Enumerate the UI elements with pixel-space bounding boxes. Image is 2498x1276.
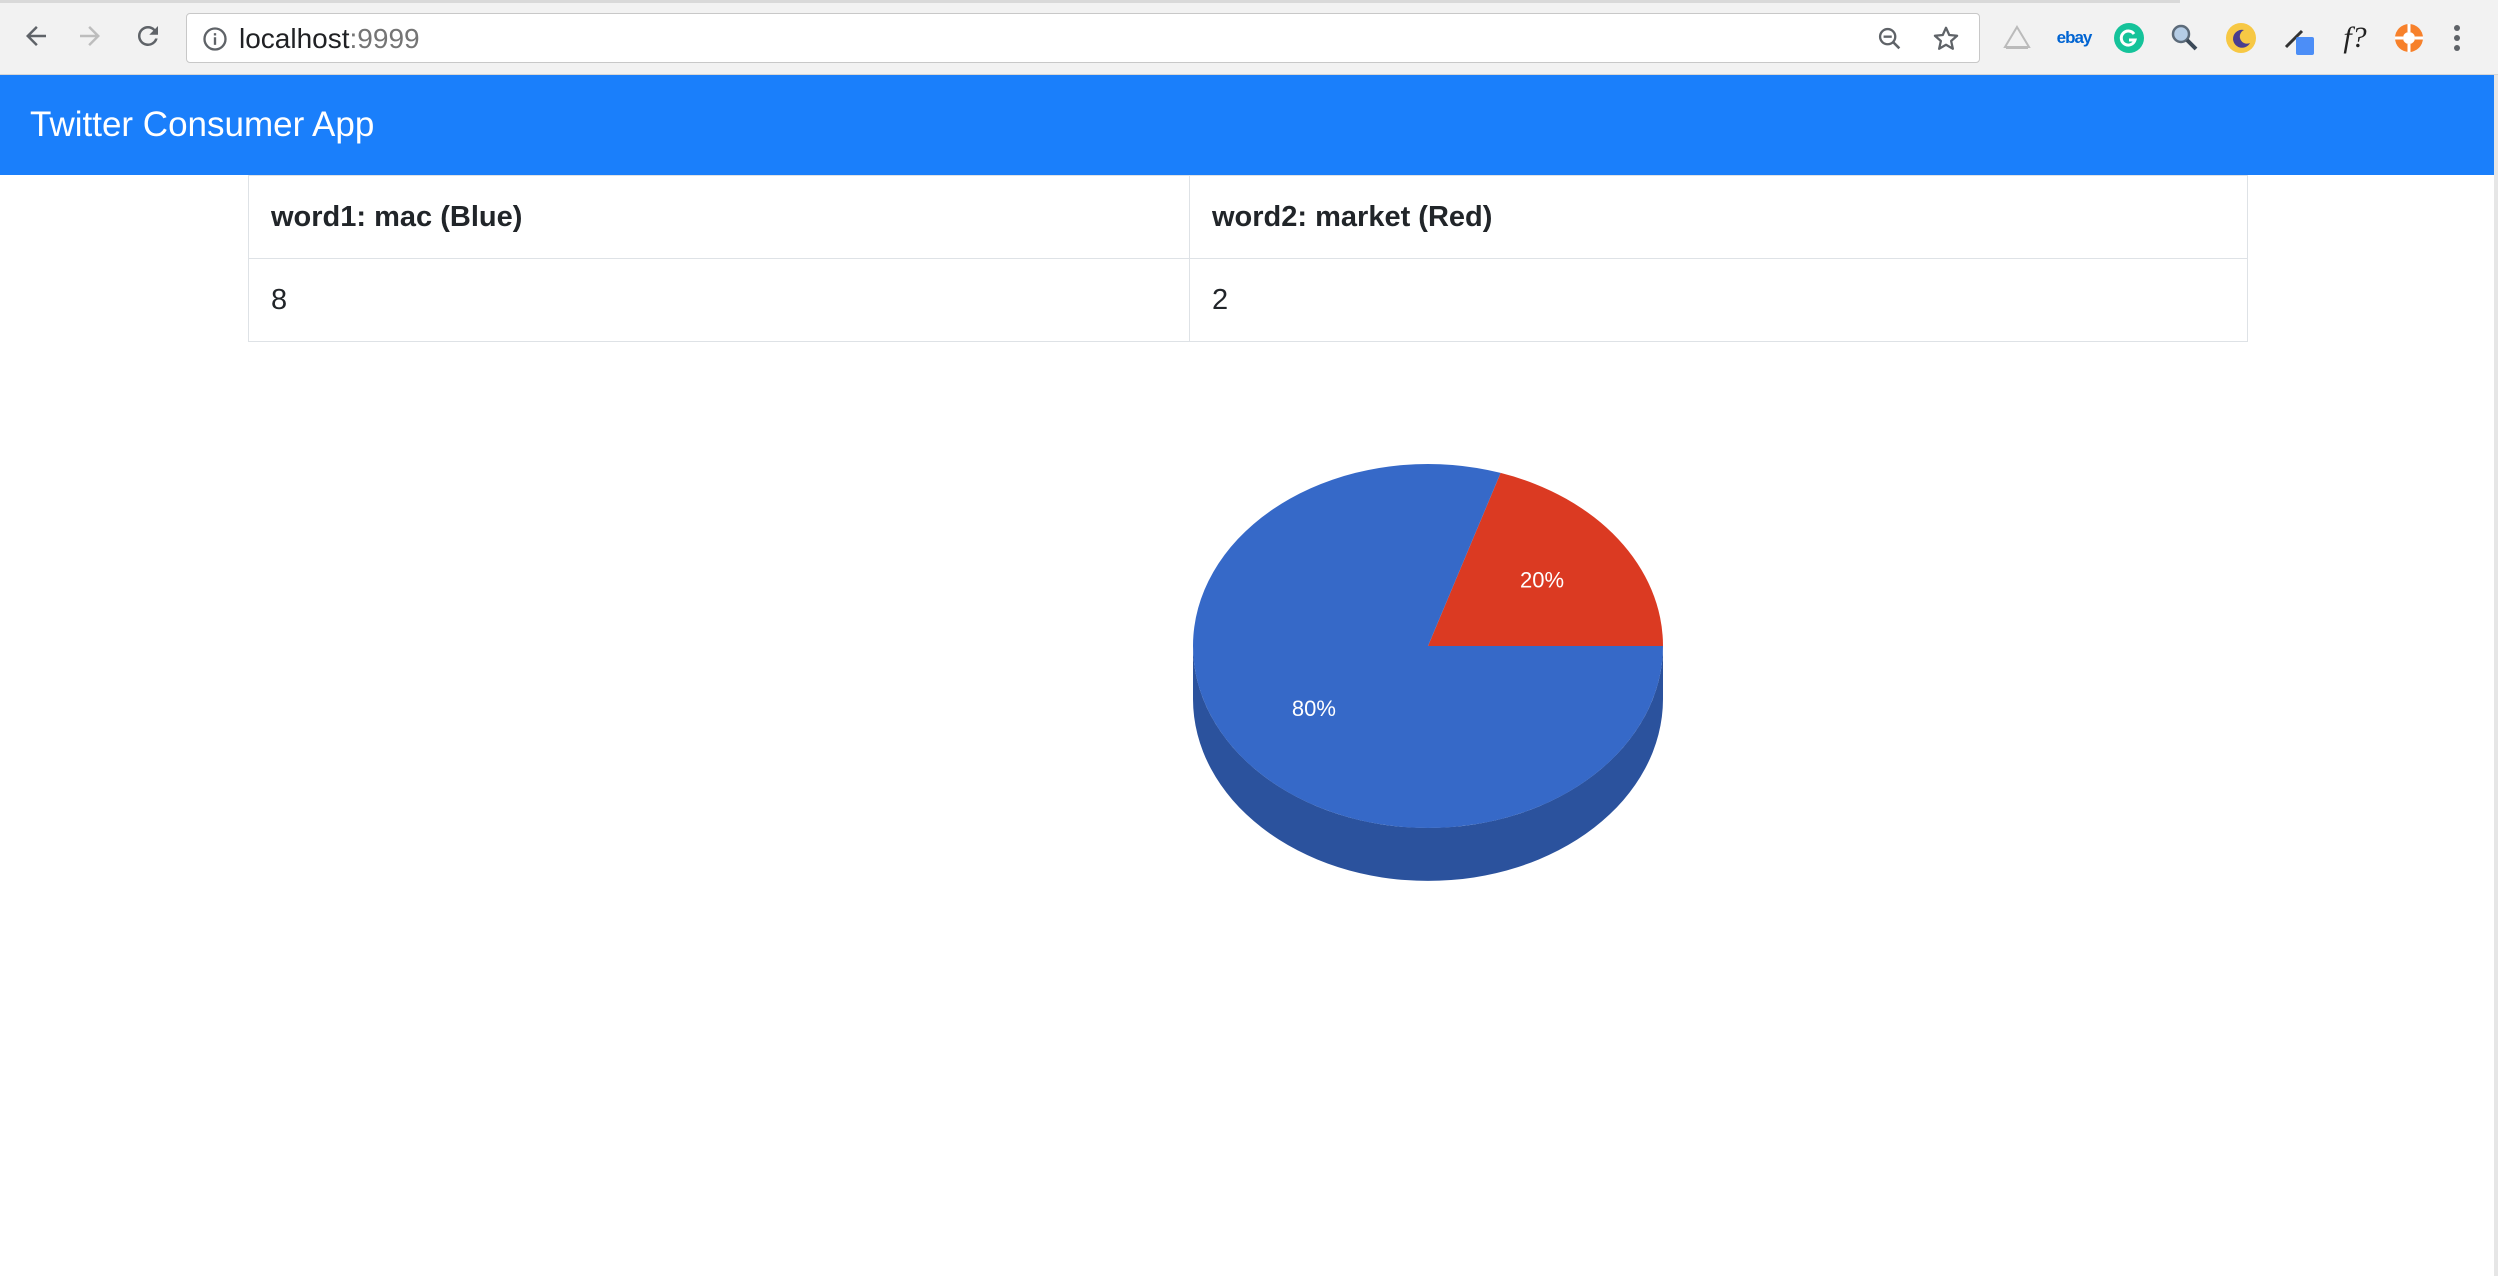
reload-icon xyxy=(137,25,158,46)
word2-header: word2: market (Red) xyxy=(1189,175,2248,259)
arrow-left-icon xyxy=(26,26,46,46)
eyedropper-icon[interactable] xyxy=(2282,21,2316,55)
word-count-table: word1: mac (Blue) word2: market (Red) 8 … xyxy=(248,175,2248,342)
fonts-icon[interactable]: f? xyxy=(2338,21,2372,55)
grammarly-icon[interactable] xyxy=(2112,21,2146,55)
window-edge xyxy=(2494,75,2498,1276)
fonts-label: f? xyxy=(2343,21,2367,54)
app-navbar: Twitter Consumer App xyxy=(0,75,2498,175)
arrow-right-icon xyxy=(80,26,100,46)
ebay-label: ebay xyxy=(2056,28,2093,47)
browser-toolbar: localhost:9999 ebay f? xyxy=(0,0,2498,75)
pie-chart: 20% 80% xyxy=(1193,464,1663,881)
app-title[interactable]: Twitter Consumer App xyxy=(30,105,374,145)
zoom-out-icon[interactable] xyxy=(1875,24,1905,54)
pie-label-mac: 80% xyxy=(1292,696,1336,721)
browser-menu-icon[interactable] xyxy=(2442,21,2472,55)
ebay-icon[interactable]: ebay xyxy=(2054,21,2094,55)
table-header-row: word1: mac (Blue) word2: market (Red) xyxy=(248,175,2248,259)
table-row: 8 2 xyxy=(248,258,2248,342)
address-bar[interactable]: localhost:9999 xyxy=(186,13,1980,63)
word1-header: word1: mac (Blue) xyxy=(248,175,1190,259)
pie-label-market: 20% xyxy=(1520,568,1564,593)
tab-strip xyxy=(0,0,2180,3)
lifebuoy-icon[interactable] xyxy=(2392,21,2426,55)
word2-count: 2 xyxy=(1189,258,2248,342)
back-button[interactable] xyxy=(16,16,56,56)
info-icon[interactable] xyxy=(201,25,229,58)
bookmark-star-icon[interactable] xyxy=(1931,24,1961,54)
forward-button[interactable] xyxy=(70,16,110,56)
reload-button[interactable] xyxy=(128,16,168,56)
dark-mode-icon[interactable] xyxy=(2224,21,2258,55)
magnifier-extension-icon[interactable] xyxy=(2168,21,2202,55)
drive-icon[interactable] xyxy=(2000,21,2034,55)
url-text[interactable]: localhost:9999 xyxy=(239,24,420,54)
url-port: :9999 xyxy=(349,23,420,54)
url-host: localhost xyxy=(239,23,350,54)
word1-count: 8 xyxy=(248,258,1190,342)
